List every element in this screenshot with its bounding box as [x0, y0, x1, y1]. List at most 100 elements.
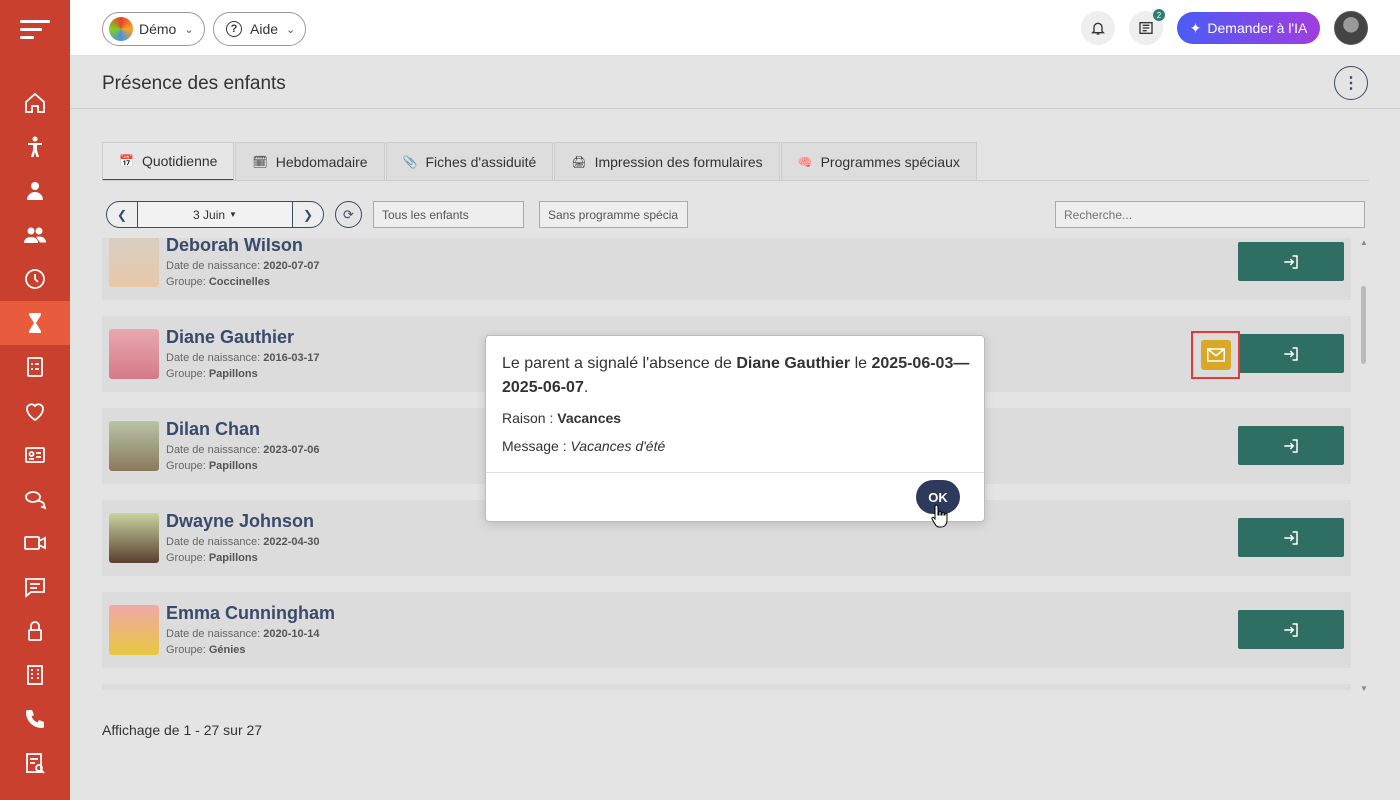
- dialog-parent-message: Message : Vacances d'été: [502, 438, 666, 454]
- child-icon[interactable]: [0, 125, 70, 169]
- clock-icon[interactable]: [0, 257, 70, 301]
- phone-icon[interactable]: [0, 697, 70, 741]
- scroll-thumb[interactable]: [1361, 286, 1366, 364]
- chevron-down-icon: ⌄: [184, 23, 194, 36]
- menu-toggle-icon[interactable]: [20, 20, 50, 44]
- child-birthdate: Date de naissance: 2020-07-07: [166, 260, 320, 272]
- tab-attendance-sheets[interactable]: 📎 Fiches d'assiduité: [385, 142, 554, 181]
- sparkle-icon: ✦: [1189, 19, 1202, 36]
- children-filter-select[interactable]: Tous les enfants: [373, 201, 524, 228]
- tab-daily[interactable]: 📅 Quotidienne: [102, 142, 235, 181]
- next-day-button[interactable]: ❯: [293, 208, 323, 222]
- date-picker[interactable]: 3 Juin ▼: [137, 202, 293, 227]
- help-icon: ?: [226, 21, 242, 37]
- list-scrollbar[interactable]: ▲ ▼: [1359, 238, 1368, 694]
- child-photo: [109, 329, 159, 379]
- message-icon[interactable]: [0, 565, 70, 609]
- sign-in-button[interactable]: [1238, 242, 1344, 281]
- program-filter-select[interactable]: Sans programme spécia: [539, 201, 688, 228]
- refresh-icon: ⟳: [343, 206, 354, 222]
- ask-ai-button[interactable]: ✦ Demander à l'IA: [1177, 12, 1320, 44]
- dialog-divider: [486, 472, 984, 473]
- video-icon[interactable]: [0, 521, 70, 565]
- demo-dropdown[interactable]: Démo ⌄: [102, 12, 205, 46]
- chat-icon[interactable]: [0, 477, 70, 521]
- clip-icon: 📎: [402, 155, 418, 169]
- sign-in-icon: [1284, 254, 1298, 269]
- sign-in-button[interactable]: [1238, 334, 1344, 373]
- sign-in-button[interactable]: [1238, 426, 1344, 465]
- previous-day-button[interactable]: ❮: [107, 208, 137, 222]
- child-photo: [109, 513, 159, 563]
- tab-print-forms[interactable]: 🖨 Impression des formulaires: [554, 142, 780, 181]
- notification-badge: 2: [1153, 9, 1165, 21]
- hand-cursor-icon: [931, 504, 948, 528]
- building-icon[interactable]: [0, 653, 70, 697]
- child-birthdate: Date de naissance: 2022-04-30: [166, 536, 320, 548]
- child-group: Groupe: Papillons: [166, 460, 258, 472]
- date-label: 3 Juin: [193, 207, 226, 222]
- tab-label: Hebdomadaire: [275, 154, 368, 170]
- scroll-up-icon[interactable]: ▲: [1360, 238, 1368, 247]
- tab-label: Fiches d'assiduité: [425, 154, 537, 170]
- dialog-message: Le parent a signalé l'absence de Diane G…: [502, 355, 970, 396]
- child-name[interactable]: Deborah Wilson: [166, 238, 303, 256]
- sign-in-icon: [1284, 438, 1298, 453]
- sidebar: [0, 0, 70, 800]
- child-group: Groupe: Papillons: [166, 552, 258, 564]
- sign-in-icon: [1284, 346, 1298, 361]
- notification-button[interactable]: [1081, 11, 1115, 45]
- absence-message-button[interactable]: [1191, 331, 1240, 379]
- help-dropdown[interactable]: ? Aide ⌄: [213, 12, 307, 46]
- tab-bar: 📅 Quotidienne 🗓 Hebdomadaire 📎 Fiches d'…: [102, 142, 978, 182]
- search-input[interactable]: [1055, 201, 1365, 228]
- user-icon[interactable]: [0, 169, 70, 213]
- news-button[interactable]: 2: [1129, 9, 1165, 45]
- pagination-info: Affichage de 1 - 27 sur 27: [102, 722, 263, 738]
- id-card-icon[interactable]: [0, 433, 70, 477]
- date-navigator: ❮ 3 Juin ▼ ❯: [106, 201, 324, 228]
- user-avatar[interactable]: [1334, 11, 1368, 45]
- calendar-day-icon: 📅: [119, 154, 134, 168]
- chevron-down-icon: ⌄: [286, 23, 296, 36]
- refresh-button[interactable]: ⟳: [335, 201, 362, 228]
- child-name[interactable]: Emma Cunningham: [166, 603, 335, 624]
- list-item: [102, 684, 1351, 690]
- tab-special-programs[interactable]: 🧠 Programmes spéciaux: [780, 142, 977, 181]
- tab-weekly[interactable]: 🗓 Hebdomadaire: [235, 142, 385, 181]
- child-birthdate: Date de naissance: 2020-10-14: [166, 628, 320, 640]
- report-icon[interactable]: [0, 741, 70, 785]
- child-group: Groupe: Coccinelles: [166, 276, 270, 288]
- child-name[interactable]: Diane Gauthier: [166, 327, 294, 348]
- topbar: Démo ⌄ ? Aide ⌄ 2 ✦ Demander à l'IA: [70, 0, 1400, 56]
- tab-label: Impression des formulaires: [594, 154, 763, 170]
- dialog-reason: Raison : Vacances: [502, 410, 622, 426]
- home-icon[interactable]: [0, 81, 70, 125]
- child-name[interactable]: Dwayne Johnson: [166, 511, 314, 532]
- more-options-button[interactable]: ⋮: [1334, 66, 1368, 100]
- page-title: Présence des enfants: [102, 73, 286, 94]
- caret-down-icon: ▼: [229, 210, 237, 219]
- sign-in-button[interactable]: [1238, 610, 1344, 649]
- child-group: Groupe: Génies: [166, 644, 246, 656]
- hourglass-icon[interactable]: [0, 301, 70, 345]
- sign-in-button[interactable]: [1238, 518, 1344, 557]
- dialog-child-name: Diane Gauthier: [736, 355, 851, 372]
- tab-label: Programmes spéciaux: [820, 154, 960, 170]
- sign-in-icon: [1284, 530, 1298, 545]
- sign-in-icon: [1284, 622, 1298, 637]
- checklist-icon[interactable]: [0, 345, 70, 389]
- child-birthdate: Date de naissance: 2023-07-06: [166, 444, 320, 456]
- heart-icon[interactable]: [0, 389, 70, 433]
- child-group: Groupe: Papillons: [166, 368, 258, 380]
- help-label: Aide: [250, 21, 279, 37]
- lock-icon[interactable]: [0, 609, 70, 653]
- child-name[interactable]: Dilan Chan: [166, 419, 260, 440]
- group-icon[interactable]: [0, 213, 70, 257]
- printer-icon: 🖨: [571, 155, 587, 169]
- demo-label: Démo: [139, 21, 177, 37]
- scroll-down-icon[interactable]: ▼: [1360, 684, 1368, 693]
- calendar-week-icon: 🗓: [252, 155, 268, 169]
- child-birthdate: Date de naissance: 2016-03-17: [166, 352, 320, 364]
- newspaper-icon: [1139, 22, 1153, 34]
